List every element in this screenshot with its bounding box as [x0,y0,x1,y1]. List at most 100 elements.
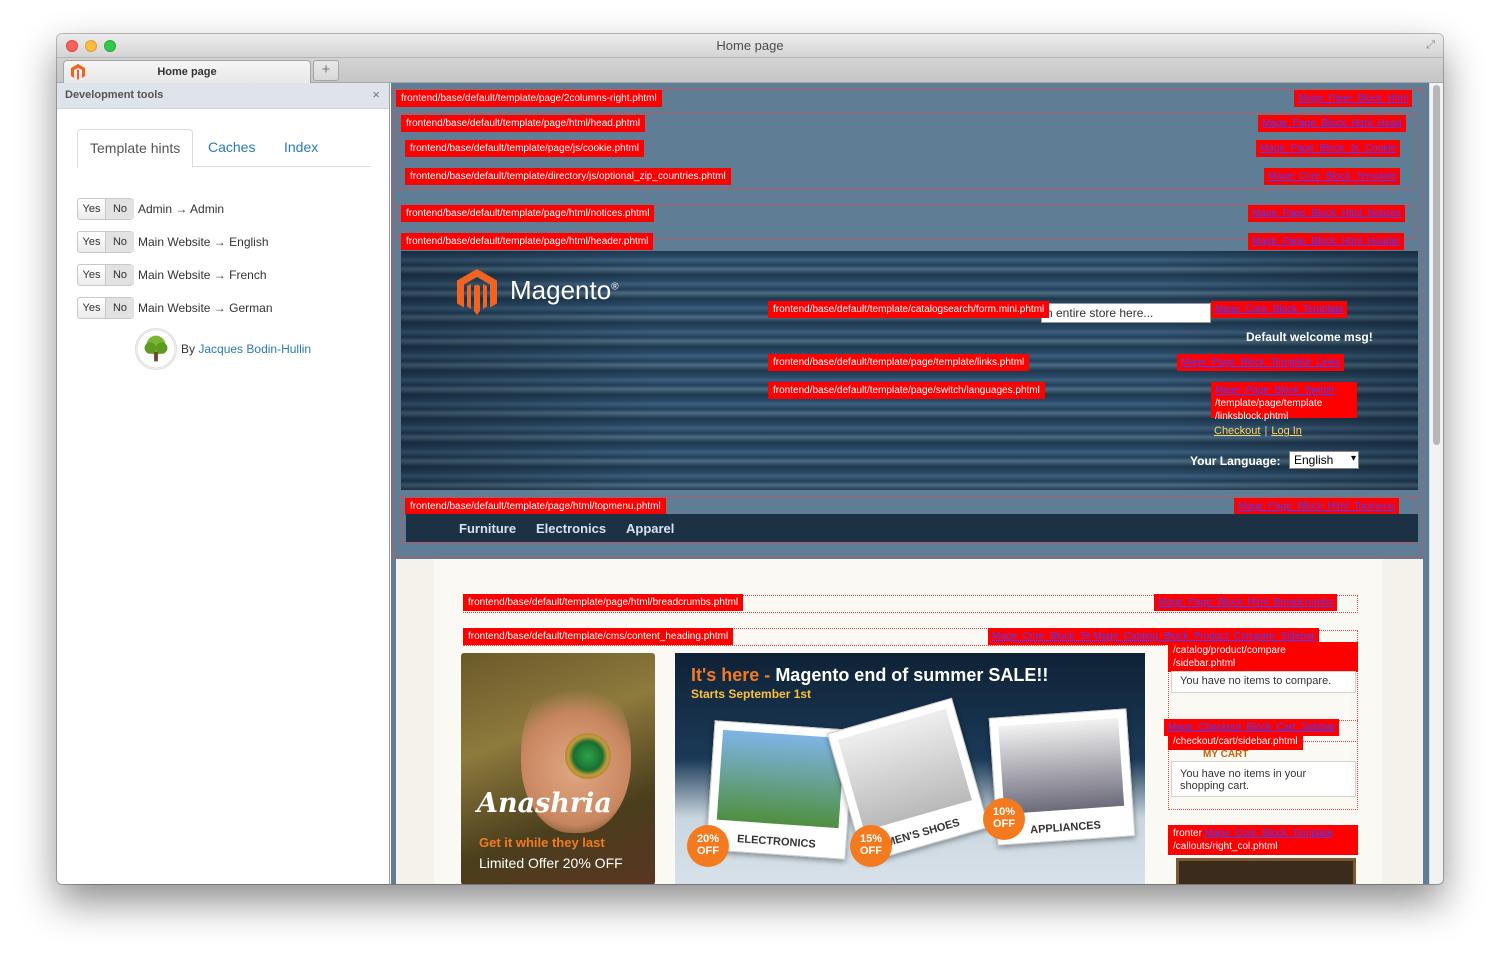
block-hint-label: Mage_Core_Block_Template [1211,301,1348,318]
cart-box: You have no items in your shopping cart. [1171,761,1356,797]
block-hint-label: Mage_Page_Block_Html [1294,90,1413,107]
yes-button[interactable]: Yes [78,232,106,252]
author-link[interactable]: Jacques Bodin-Hullin [198,342,311,356]
template-hint-label: frontend/base/default/template/page/swit… [768,382,1045,399]
banner-tagline: Get it while they last [479,835,605,850]
sale-title-rest: Magento end of summer SALE!! [775,665,1049,685]
webpage-viewport: frontend/base/default/template/page/2col… [391,83,1443,884]
tv-image [716,729,845,829]
tab-bar: Home page + [57,58,1443,83]
sale-subtitle: Starts September 1st [691,687,812,701]
block-hint-text: Mage_Core_Block_Template [1204,828,1334,839]
tab-label: Home page [157,66,217,78]
sidebar-close-button[interactable]: × [372,87,380,102]
template-hint-label: frontend/base/default/template/page/temp… [768,354,1030,371]
tab-template-hints[interactable]: Template hints [77,129,194,168]
template-hint-label: frontend/base/default/template/directory… [405,168,731,185]
no-button[interactable]: No [106,199,134,219]
block-hint-label: Mage_Page_Block_Html_Topmenu [1234,498,1399,515]
block-hint-label: Mage_Page_Block_Js_Cookie [1256,140,1401,157]
template-hint-label: frontend/base/default/template/catalogse… [768,301,1050,318]
anashria-banner[interactable]: Anashria Get it while they last Limited … [461,653,655,884]
yes-button[interactable]: Yes [78,199,106,219]
callout-chalkboard-image [1176,858,1356,884]
magento-logo-icon [457,269,497,315]
browser-window: Home page ⤢ Home page + Development tool… [57,34,1443,884]
discount-burst: 15% OFF [850,825,892,867]
template-hint-label: frontend/base/default/template/page/2col… [396,90,662,107]
compare-box: You have no items to compare. [1171,671,1356,693]
block-hint-label: Mage_Page_Block_Switch /template/page/te… [1211,382,1357,422]
block-hint-text: Mage_Page_Block_Switch [1215,385,1334,396]
login-link[interactable]: Log In [1271,425,1302,437]
fullscreen-icon[interactable]: ⤢ [1426,39,1435,52]
yes-no-toggle: Yes No [77,231,134,253]
yes-no-toggle: Yes No [77,264,134,286]
banner-brand: Anashria [477,788,612,819]
template-hint-text: /callouts/right_col.phtml [1173,841,1278,852]
template-hint-text: /catalog/product/compare [1173,645,1286,656]
title-bar: Home page ⤢ [57,34,1443,58]
hint-row-label: Main Website → French [138,268,267,282]
language-label: Your Language: [1190,454,1281,468]
cart-heading: MY CART [1203,749,1249,760]
tab-index[interactable]: Index [272,129,330,167]
template-hint-label: frontend/base/default/template/cms/conte… [463,628,734,645]
tree-avatar-icon [135,328,177,370]
window-title: Home page [716,38,784,53]
template-hint-label: frontend/base/default/template/page/html… [463,594,744,611]
welcome-message: Default welcome msg! [1246,330,1373,344]
yes-no-toggle: Yes No [77,198,134,220]
nav-furniture[interactable]: Furniture [459,521,516,536]
checkout-link[interactable]: Checkout [1214,425,1260,437]
no-button[interactable]: No [106,298,134,318]
author-text: By Jacques Bodin-Hullin [181,342,311,356]
template-hint-label: frontend/base/default/template/page/html… [405,498,666,515]
nav-electronics[interactable]: Electronics [536,521,606,536]
store-search-input[interactable]: h entire store here... [1041,303,1211,323]
template-hint-label: frontend/base/default/template/page/html… [401,205,655,222]
yes-button[interactable]: Yes [78,265,106,285]
template-hint-text: /template/page/template [1215,398,1323,409]
sale-banner[interactable]: It's here - Magento end of summer SALE!!… [675,653,1145,884]
vertical-scrollbar[interactable] [1429,83,1443,884]
template-hint-text: /linksblock.phtml [1215,411,1289,422]
logo-text: Magento [510,275,612,305]
logo-reg-mark: ® [611,281,619,293]
dev-tools-sidebar: Development tools × Template hints Cache… [57,83,390,884]
new-tab-button[interactable]: + [313,60,339,81]
hint-row-label: Admin → Admin [138,202,225,216]
no-button[interactable]: No [106,265,134,285]
block-hint-label: Mage_Page_Block_Html_Head [1258,115,1406,132]
medallion-image [565,733,611,779]
template-hint-label: frontend/base/default/template/page/js/c… [405,140,645,157]
nav-apparel[interactable]: Apparel [626,521,674,536]
sale-title: It's here - Magento end of summer SALE!! [691,665,1048,686]
no-button[interactable]: No [106,232,134,252]
sidebar-tabs: Template hints Caches Index [77,129,371,168]
scrollbar-thumb[interactable] [1433,85,1440,445]
magento-wordmark: Magento® [510,275,619,306]
block-hint-label: Mage_Page_Block_Html_Notices [1248,205,1405,222]
block-hint-label: Mage_Page_Block_Html_Breadcrumbs [1154,594,1338,611]
template-hint-label: frontend/base/default/template/page/html… [401,233,654,250]
block-hint-label: Mage_Core_Block_Template [1264,168,1401,185]
toaster-image [998,717,1125,815]
shoes-image [838,708,972,832]
yes-button[interactable]: Yes [78,298,106,318]
block-hint-label: Mage_Page_Block_Html_Header [1248,233,1405,250]
discount-burst: 10% OFF [983,798,1025,840]
sidebar-title: Development tools [65,89,164,101]
block-hint-label: Mage_Page_Block_Template_Links [1177,354,1344,371]
yes-no-toggle: Yes No [77,297,134,319]
sale-title-highlight: It's here - [691,665,776,685]
template-hint-prefix: fronter [1173,828,1202,839]
tab-caches[interactable]: Caches [196,129,267,167]
language-select[interactable]: English [1289,451,1359,469]
hint-row-label: Main Website → English [138,235,269,249]
sidebar-header: Development tools × [57,83,389,109]
author-prefix: By [181,342,196,356]
browser-tab[interactable]: Home page [63,60,311,83]
discount-burst: 20% OFF [687,825,729,867]
template-hint-label: fronter Mage_Core_Block_Template /callou… [1168,825,1358,855]
